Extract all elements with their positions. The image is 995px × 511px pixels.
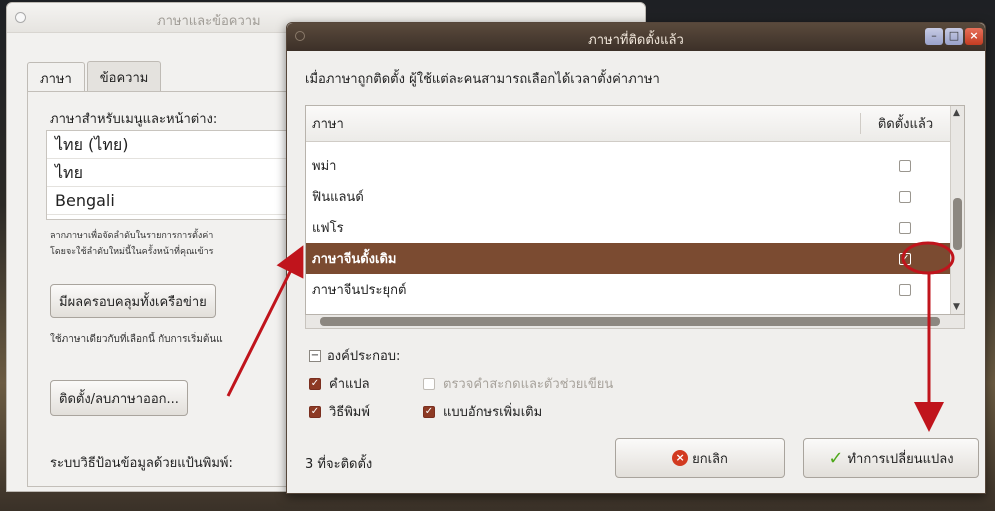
window-menu-icon[interactable] [15, 12, 26, 23]
option-input-method[interactable]: ✓ วิธีพิมพ์ [309, 401, 370, 422]
dialog-intro: เมื่อภาษาถูกติดตั้ง ผู้ใช้แต่ละคนสามารถเ… [305, 72, 660, 87]
pending-install-status: 3 ที่จะติดตั้ง [305, 457, 373, 472]
installed-checkbox[interactable] [899, 283, 911, 296]
option-spellcheck[interactable]: ✓ ตรวจคำสะกดและตัวช่วยเขียน [423, 373, 613, 394]
checkmark-icon: ✓ [828, 447, 844, 469]
cancel-label: ยกเลิก [692, 451, 728, 467]
keyboard-input-label: ระบบวิธีป้อนข้อมูลด้วยแป้นพิมพ์: [50, 456, 233, 471]
horizontal-scrollbar[interactable] [305, 315, 965, 329]
spellcheck-label: ตรวจคำสะกดและตัวช่วยเขียน [443, 377, 614, 392]
language-list[interactable]: ไทย (ไทย) ไทย Bengali [46, 130, 306, 220]
row-language-name: แฟโร [312, 221, 344, 236]
vertical-scroll-thumb[interactable] [953, 198, 962, 250]
installed-checkbox[interactable] [899, 221, 911, 234]
drag-hint: ลากภาษาเพื่อจัดลำดับในรายการการตั้งค่า โ… [50, 228, 305, 260]
apply-system-wide-button[interactable]: มีผลครอบคลุมทั้งเครือข่าย [50, 284, 216, 318]
translation-checkbox[interactable]: ✓ [309, 377, 321, 390]
vertical-scrollbar[interactable]: ▲ ▼ [950, 106, 964, 314]
table-rows: พม่า ฟินแลนด์ แฟโร ภาษาจีนดั้งเดิม ✓ ภาษ… [306, 150, 950, 305]
apply-label: ทำการเปลี่ยนแปลง [847, 451, 954, 467]
option-extra-fonts[interactable]: ✓ แบบอักษรเพิ่มเติม [423, 401, 542, 422]
installed-checkbox[interactable] [899, 190, 911, 203]
dialog-title: ภาษาที่ติดตั้งแล้ว [588, 33, 684, 48]
language-table[interactable]: ภาษา ติดตั้งแล้ว พม่า ฟินแลนด์ แฟโร ภาษา… [305, 105, 965, 315]
option-translation[interactable]: ✓ คำแปล [309, 373, 370, 394]
dialog-titlebar: ภาษาที่ติดตั้งแล้ว – □ × [287, 23, 985, 51]
tab-bar: ภาษา ข้อความ [27, 61, 163, 94]
row-language-name: ภาษาจีนประยุกต์ [312, 283, 407, 298]
column-header-installed[interactable]: ติดตั้งแล้ว [860, 113, 950, 134]
column-header-language[interactable]: ภาษา [306, 113, 860, 134]
extra-fonts-checkbox[interactable]: ✓ [423, 405, 435, 418]
extra-fonts-label: แบบอักษรเพิ่มเติม [443, 405, 543, 420]
row-language-name: ภาษาจีนดั้งเดิม [312, 252, 397, 267]
table-row-selected[interactable]: ภาษาจีนดั้งเดิม ✓ [306, 243, 950, 274]
row-language-name: พม่า [312, 159, 337, 174]
collapse-icon[interactable]: − [309, 349, 321, 362]
minimize-icon[interactable]: – [925, 28, 943, 45]
close-icon[interactable]: × [965, 28, 983, 45]
table-row[interactable]: แฟโร [306, 212, 950, 243]
row-language-name: ฟินแลนด์ [312, 190, 364, 205]
input-method-label: วิธีพิมพ์ [329, 405, 370, 420]
scroll-up-icon[interactable]: ▲ [953, 108, 960, 118]
installed-checkbox[interactable] [899, 159, 911, 172]
components-expander[interactable]: − องค์ประกอบ: [309, 345, 400, 366]
horizontal-scroll-thumb[interactable] [320, 317, 940, 326]
installed-checkbox-checked[interactable]: ✓ [899, 252, 911, 265]
bg-window-title: ภาษาและข้อความ [157, 14, 261, 29]
menu-language-label: ภาษาสำหรับเมนูและหน้าต่าง: [50, 112, 218, 127]
cancel-button[interactable]: × ยกเลิก [615, 438, 785, 478]
apply-changes-button[interactable]: ✓ ทำการเปลี่ยนแปลง [803, 438, 979, 478]
tab-language[interactable]: ภาษา [27, 62, 85, 94]
input-method-checkbox[interactable]: ✓ [309, 405, 321, 418]
install-remove-languages-button[interactable]: ติดตั้ง/ลบภาษาออก... [50, 380, 188, 416]
table-header: ภาษา ติดตั้งแล้ว [306, 106, 964, 142]
maximize-icon[interactable]: □ [945, 28, 963, 45]
table-row[interactable]: พม่า [306, 150, 950, 181]
table-row[interactable]: ฟินแลนด์ [306, 181, 950, 212]
components-label: องค์ประกอบ: [327, 349, 401, 364]
tab-text[interactable]: ข้อความ [86, 61, 162, 93]
scroll-down-icon[interactable]: ▼ [953, 302, 960, 312]
cancel-icon: × [672, 450, 689, 466]
installed-languages-dialog: ภาษาที่ติดตั้งแล้ว – □ × เมื่อภาษาถูกติด… [286, 22, 986, 494]
table-row[interactable]: ภาษาจีนประยุกต์ [306, 274, 950, 305]
drag-hint-line: ลากภาษาเพื่อจัดลำดับในรายการการตั้งค่า [50, 231, 214, 241]
language-list-item[interactable]: ไทย (ไทย) [47, 131, 305, 159]
drag-hint-line: โดยจะใช้ลำดับใหม่นี้ในครั้งหน้าที่คุณเข้… [50, 247, 214, 257]
spellcheck-checkbox[interactable]: ✓ [423, 377, 435, 390]
language-list-item[interactable]: Bengali [47, 187, 305, 215]
language-list-item[interactable]: ไทย [47, 159, 305, 187]
translation-label: คำแปล [329, 377, 370, 392]
same-language-hint: ใช้ภาษาเดียวกับที่เลือกนี้ กับการเริ่มต้… [50, 334, 223, 345]
